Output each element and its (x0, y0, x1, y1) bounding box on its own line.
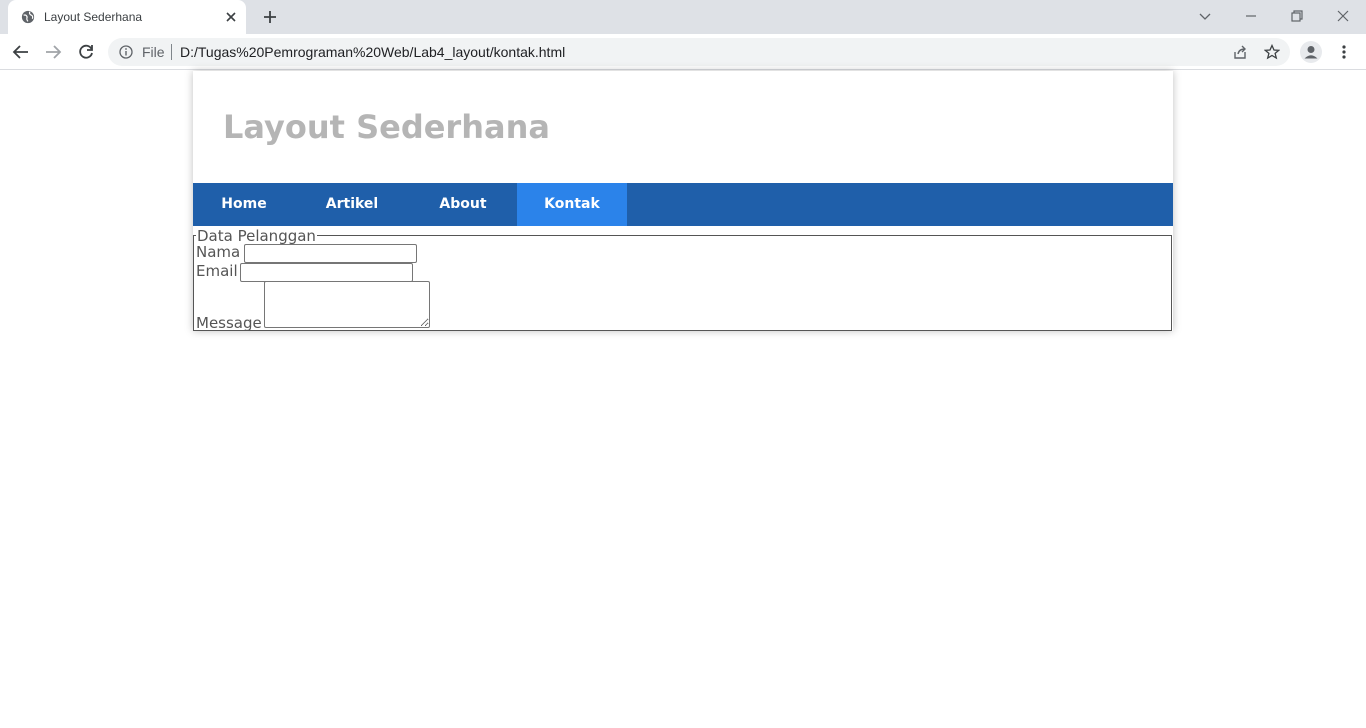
site-header: Layout Sederhana (193, 71, 1173, 183)
tab-title: Layout Sederhana (44, 10, 143, 24)
close-tab-icon[interactable] (224, 10, 238, 24)
back-arrow-icon[interactable] (12, 43, 30, 61)
file-scheme-label: File (142, 44, 165, 60)
nav-about-link[interactable]: About (409, 183, 517, 226)
info-icon[interactable] (119, 45, 133, 59)
browser-tab[interactable]: Layout Sederhana (8, 0, 246, 34)
close-window-icon[interactable] (1336, 9, 1350, 23)
bookmark-star-icon[interactable] (1264, 44, 1280, 60)
address-divider (171, 44, 172, 60)
tab-search-icon[interactable] (1198, 9, 1212, 23)
share-icon[interactable] (1232, 44, 1248, 60)
browser-toolbar: File D:/Tugas%20Pemrograman%20Web/Lab4_l… (0, 34, 1366, 70)
more-menu-icon[interactable] (1337, 44, 1351, 60)
nav-home-link[interactable]: Home (193, 183, 295, 226)
tab-strip: Layout Sederhana (0, 0, 1366, 34)
forward-arrow-icon[interactable] (44, 43, 62, 61)
email-input[interactable] (240, 263, 413, 282)
email-label: Email (196, 262, 238, 280)
minimize-icon[interactable] (1244, 9, 1258, 23)
fieldset-legend: Data Pelanggan (196, 227, 317, 245)
nav-artikel-link[interactable]: Artikel (295, 183, 409, 226)
reload-icon[interactable] (77, 43, 95, 61)
message-label: Message (196, 314, 262, 332)
profile-avatar-icon[interactable] (1300, 41, 1322, 63)
nama-input[interactable] (244, 244, 417, 263)
page-viewport: Layout Sederhana Home Artikel About Kont… (0, 71, 1366, 728)
main-nav: Home Artikel About Kontak (193, 183, 1173, 226)
page-container: Layout Sederhana Home Artikel About Kont… (193, 71, 1173, 331)
url-text[interactable]: D:/Tugas%20Pemrograman%20Web/Lab4_layout… (180, 45, 565, 59)
restore-icon[interactable] (1290, 9, 1304, 23)
globe-icon (21, 10, 35, 24)
address-bar[interactable]: File D:/Tugas%20Pemrograman%20Web/Lab4_l… (108, 38, 1290, 66)
nav-kontak-link[interactable]: Kontak (517, 183, 627, 226)
new-tab-icon[interactable] (262, 9, 278, 25)
page-title: Layout Sederhana (223, 108, 550, 146)
contact-fieldset: Data Pelanggan Nama Email Message (193, 228, 1172, 332)
nama-label: Nama (196, 243, 241, 261)
message-textarea[interactable] (264, 281, 430, 328)
